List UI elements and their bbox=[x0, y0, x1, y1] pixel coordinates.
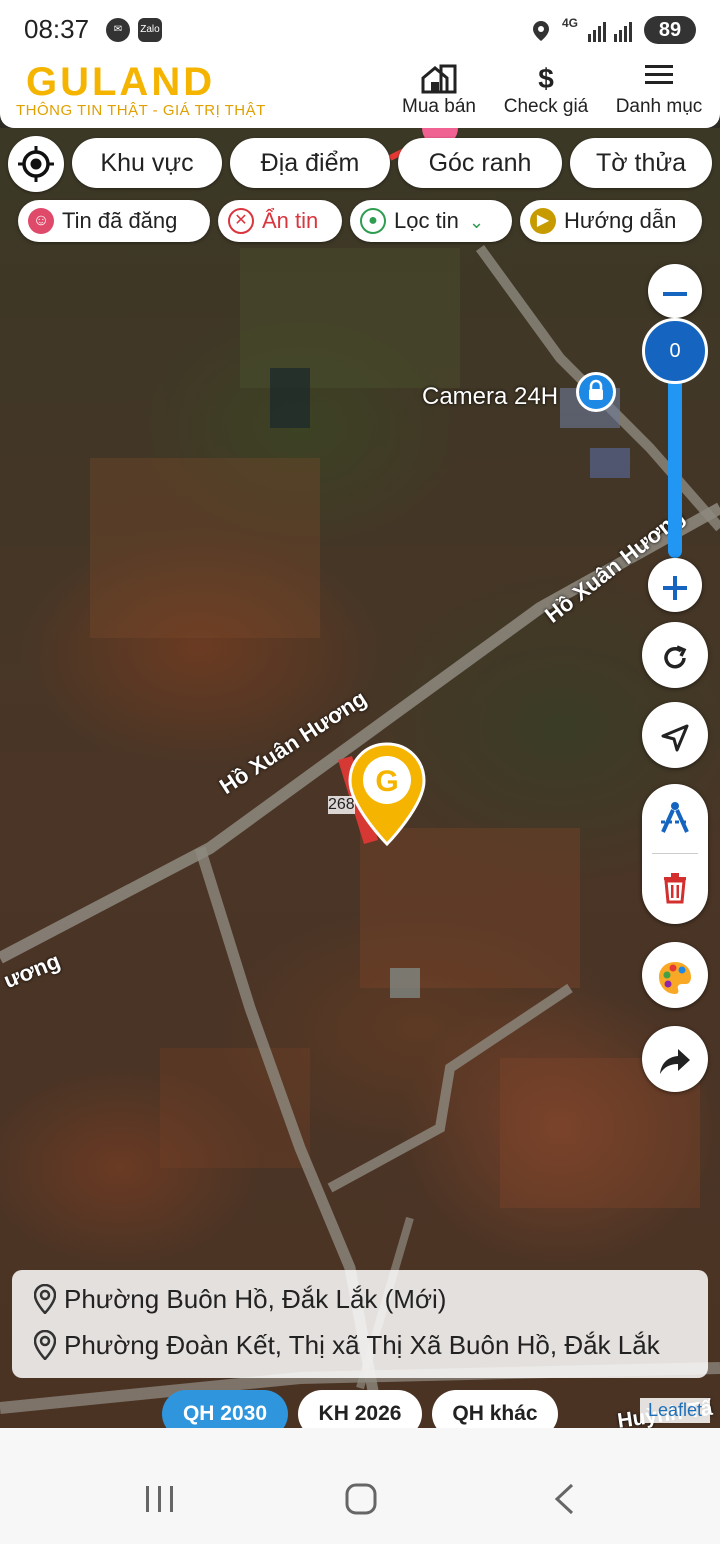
home-button[interactable] bbox=[344, 1482, 378, 1521]
map-attribution[interactable]: Leaflet bbox=[640, 1398, 711, 1423]
chip-label: Lọc tin bbox=[394, 208, 459, 233]
status-bar: 08:37 ✉ Zalo 4G 89 bbox=[0, 0, 720, 56]
recent-apps-button[interactable] bbox=[144, 1484, 176, 1519]
nav-mua-ban[interactable]: Mua bán bbox=[396, 62, 482, 118]
location-pin-icon bbox=[33, 1329, 57, 1361]
messenger-icon: ✉ bbox=[106, 18, 130, 42]
menu-icon bbox=[610, 62, 708, 96]
network-type: 4G bbox=[562, 16, 579, 30]
share-button[interactable] bbox=[642, 1026, 708, 1092]
my-location-button[interactable] bbox=[8, 136, 64, 192]
zoom-out-button[interactable] bbox=[648, 264, 702, 318]
ward-new: Phường Buôn Hồ, Đắk Lắk (Mới) bbox=[64, 1284, 447, 1314]
chip-loc-tin[interactable]: ● Lọc tin ⌄ bbox=[350, 200, 512, 242]
chevron-down-icon: ⌄ bbox=[468, 212, 485, 232]
poi-label: Camera 24H bbox=[422, 383, 559, 410]
close-circle-icon: ✕ bbox=[228, 208, 254, 234]
logo[interactable]: GULAND bbox=[26, 60, 215, 105]
svg-text:G: G bbox=[375, 765, 398, 798]
nav-mua-ban-label: Mua bán bbox=[402, 96, 476, 117]
house-icon bbox=[396, 62, 482, 96]
plan-qh-khac-button[interactable]: QH khác bbox=[432, 1390, 558, 1428]
chip-tin-da-dang[interactable]: ☺ Tin đã đăng bbox=[18, 200, 210, 242]
system-nav-bar bbox=[0, 1428, 720, 1544]
zoom-slider-handle[interactable]: 0 bbox=[642, 318, 708, 384]
measure-compass-icon[interactable] bbox=[642, 784, 708, 852]
user-pin-icon: ☺ bbox=[28, 208, 54, 234]
filter-khu-vuc[interactable]: Khu vực bbox=[72, 138, 222, 188]
palette-button[interactable] bbox=[642, 942, 708, 1008]
divider bbox=[652, 853, 698, 854]
battery-indicator: 89 bbox=[644, 16, 696, 44]
dollar-icon: $ bbox=[538, 63, 554, 94]
chip-label: Tin đã đăng bbox=[62, 208, 178, 233]
signal-icon bbox=[588, 20, 636, 47]
nav-danh-muc-label: Danh mục bbox=[615, 96, 703, 117]
location-info-panel: Phường Buôn Hồ, Đắk Lắk (Mới) Phường Đoà… bbox=[12, 1270, 708, 1378]
chip-label: Ẩn tin bbox=[262, 208, 319, 233]
filter-dia-diem[interactable]: Địa điểm bbox=[230, 138, 390, 188]
refresh-button[interactable] bbox=[642, 622, 708, 688]
zalo-icon: Zalo bbox=[138, 18, 162, 42]
nav-check-gia[interactable]: $ Check giá bbox=[498, 62, 594, 118]
chip-huong-dan[interactable]: ▶ Hướng dẫn bbox=[520, 200, 702, 242]
filter-goc-ranh[interactable]: Góc ranh bbox=[398, 138, 562, 188]
play-icon: ▶ bbox=[530, 208, 556, 234]
location-marker-icon[interactable]: G bbox=[348, 742, 426, 847]
delete-icon[interactable] bbox=[642, 856, 708, 924]
nav-check-gia-label: Check giá bbox=[503, 96, 589, 117]
location-status-icon bbox=[532, 20, 550, 42]
measure-tool-group bbox=[642, 784, 708, 924]
app-header: GULAND THÔNG TIN THẬT - GIÁ TRỊ THẬT Mua… bbox=[0, 56, 720, 128]
location-pin-icon: ● bbox=[360, 208, 386, 234]
chip-an-tin[interactable]: ✕ Ẩn tin bbox=[218, 200, 342, 242]
nav-danh-muc[interactable]: Danh mục bbox=[610, 62, 708, 118]
camera-poi-icon[interactable] bbox=[576, 372, 616, 412]
filter-to-thua[interactable]: Tờ thửa bbox=[570, 138, 712, 188]
ward-old: Phường Đoàn Kết, Thị xã Thị Xã Buôn Hồ, … bbox=[64, 1330, 660, 1360]
satellite-map[interactable]: Hồ Xuân Hương Hồ Xuân Hương ương Huỳnh T… bbox=[0, 128, 720, 1428]
back-button[interactable] bbox=[552, 1482, 576, 1521]
location-pin-icon bbox=[33, 1283, 57, 1315]
status-time: 08:37 bbox=[24, 14, 90, 44]
zoom-slider-track[interactable] bbox=[668, 358, 682, 558]
chip-label: Hướng dẫn bbox=[564, 208, 677, 233]
logo-tagline: THÔNG TIN THẬT - GIÁ TRỊ THẬT bbox=[16, 102, 266, 119]
zoom-in-button[interactable] bbox=[648, 558, 702, 612]
navigate-button[interactable] bbox=[642, 702, 708, 768]
plan-kh-2026-button[interactable]: KH 2026 bbox=[298, 1390, 422, 1428]
crosshair-icon bbox=[18, 146, 54, 182]
plan-qh-2030-button[interactable]: QH 2030 bbox=[162, 1390, 288, 1428]
